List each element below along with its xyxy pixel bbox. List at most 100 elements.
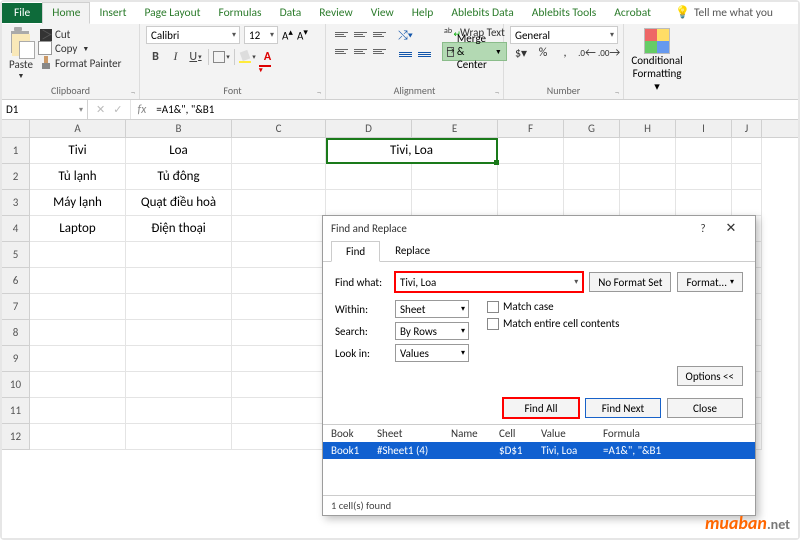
- comma-button[interactable]: ,: [554, 46, 576, 65]
- find-what-input[interactable]: Tivi, Loa: [395, 272, 583, 292]
- italic-button[interactable]: I: [166, 47, 185, 66]
- cell-E3[interactable]: [412, 190, 498, 216]
- cell-A10[interactable]: [30, 372, 126, 398]
- cell-B11[interactable]: [126, 398, 232, 424]
- tell-me[interactable]: 💡Tell me what you: [666, 2, 782, 23]
- tab-review[interactable]: Review: [310, 3, 361, 23]
- cell-H1[interactable]: [620, 138, 676, 164]
- align-center[interactable]: [351, 43, 370, 60]
- dialog-help-button[interactable]: ?: [691, 222, 715, 235]
- cell-F1[interactable]: [498, 138, 564, 164]
- col-header-F[interactable]: F: [498, 120, 564, 137]
- col-header-G[interactable]: G: [564, 120, 620, 137]
- tab-formulas[interactable]: Formulas: [209, 3, 270, 23]
- cell-C3[interactable]: [232, 190, 326, 216]
- search-select[interactable]: By Rows: [395, 322, 469, 340]
- row-header[interactable]: 6: [2, 268, 30, 294]
- cell-C1[interactable]: [232, 138, 326, 164]
- select-all[interactable]: [2, 120, 30, 137]
- col-header-H[interactable]: H: [620, 120, 676, 137]
- cell-H2[interactable]: [620, 164, 676, 190]
- col-header-J[interactable]: J: [732, 120, 762, 137]
- cell-F2[interactable]: [498, 164, 564, 190]
- font-size-select[interactable]: 12: [244, 26, 278, 44]
- cell-A9[interactable]: [30, 346, 126, 372]
- tab-replace[interactable]: Replace: [380, 240, 445, 261]
- cell-B7[interactable]: [126, 294, 232, 320]
- cell-B8[interactable]: [126, 320, 232, 346]
- percent-button[interactable]: %: [532, 46, 554, 65]
- cell-A7[interactable]: [30, 294, 126, 320]
- tab-view[interactable]: View: [362, 3, 403, 23]
- no-format-button[interactable]: No Format Set: [589, 272, 671, 292]
- formula-input[interactable]: =A1&", "&B1: [152, 100, 798, 119]
- underline-button[interactable]: U: [186, 47, 205, 66]
- cell-D1[interactable]: Tivi, Loa: [326, 138, 498, 164]
- row-header[interactable]: 8: [2, 320, 30, 346]
- cell-D3[interactable]: [326, 190, 412, 216]
- tab-acrobat[interactable]: Acrobat: [605, 3, 660, 23]
- increase-indent[interactable]: [415, 46, 434, 65]
- cell-J1[interactable]: [732, 138, 762, 164]
- cell-C2[interactable]: [232, 164, 326, 190]
- options-button[interactable]: Options <<: [677, 366, 743, 386]
- align-middle[interactable]: [351, 26, 370, 43]
- close-button[interactable]: Close: [667, 398, 743, 418]
- tab-insert[interactable]: Insert: [90, 3, 135, 23]
- cell-A12[interactable]: [30, 424, 126, 450]
- tab-help[interactable]: Help: [403, 3, 443, 23]
- increase-decimal[interactable]: .0←: [576, 46, 598, 65]
- row-header[interactable]: 4: [2, 216, 30, 242]
- cell-B10[interactable]: [126, 372, 232, 398]
- cell-E2[interactable]: [412, 164, 498, 190]
- orientation-button[interactable]: ⤭▾: [396, 26, 415, 45]
- cell-H3[interactable]: [620, 190, 676, 216]
- row-header[interactable]: 5: [2, 242, 30, 268]
- cancel-formula-icon[interactable]: ✕: [96, 103, 105, 116]
- col-header-I[interactable]: I: [676, 120, 732, 137]
- cell-C12[interactable]: [232, 424, 326, 450]
- cell-G1[interactable]: [564, 138, 620, 164]
- cell-A8[interactable]: [30, 320, 126, 346]
- find-next-button[interactable]: Find Next: [585, 398, 661, 418]
- font-color-button[interactable]: A: [258, 47, 277, 66]
- tab-page-layout[interactable]: Page Layout: [135, 3, 209, 23]
- col-header-D[interactable]: D: [326, 120, 412, 137]
- cell-C9[interactable]: [232, 346, 326, 372]
- row-header[interactable]: 7: [2, 294, 30, 320]
- decrease-font-icon[interactable]: A▾: [297, 27, 308, 43]
- cell-A5[interactable]: [30, 242, 126, 268]
- increase-font-icon[interactable]: A▴: [282, 27, 293, 43]
- cell-I3[interactable]: [676, 190, 732, 216]
- align-left[interactable]: [332, 43, 351, 60]
- cell-B1[interactable]: Loa: [126, 138, 232, 164]
- find-all-button[interactable]: Find All: [503, 398, 579, 418]
- col-header-C[interactable]: C: [232, 120, 326, 137]
- cell-F3[interactable]: [498, 190, 564, 216]
- copy-button[interactable]: Copy▼: [38, 42, 123, 55]
- cell-B9[interactable]: [126, 346, 232, 372]
- dialog-close-button[interactable]: ✕: [715, 221, 747, 236]
- cell-I2[interactable]: [676, 164, 732, 190]
- cell-J2[interactable]: [732, 164, 762, 190]
- row-header[interactable]: 2: [2, 164, 30, 190]
- bold-button[interactable]: B: [146, 47, 165, 66]
- cell-B2[interactable]: Tủ đông: [126, 164, 232, 190]
- decrease-indent[interactable]: [396, 46, 415, 65]
- match-entire-checkbox[interactable]: Match entire cell contents: [487, 317, 619, 330]
- cell-A2[interactable]: Tủ lạnh: [30, 164, 126, 190]
- cell-B6[interactable]: [126, 268, 232, 294]
- row-header[interactable]: 9: [2, 346, 30, 372]
- cell-B12[interactable]: [126, 424, 232, 450]
- cell-A4[interactable]: Laptop: [30, 216, 126, 242]
- fill-color-button[interactable]: [238, 47, 257, 66]
- cell-C10[interactable]: [232, 372, 326, 398]
- align-top[interactable]: [332, 26, 351, 43]
- row-header[interactable]: 12: [2, 424, 30, 450]
- cell-A6[interactable]: [30, 268, 126, 294]
- font-name-select[interactable]: Calibri: [146, 26, 240, 44]
- cell-A3[interactable]: Máy lạnh: [30, 190, 126, 216]
- row-header[interactable]: 11: [2, 398, 30, 424]
- merge-center-button[interactable]: Merge & Center▼: [442, 42, 507, 61]
- cut-button[interactable]: Cut: [38, 28, 123, 41]
